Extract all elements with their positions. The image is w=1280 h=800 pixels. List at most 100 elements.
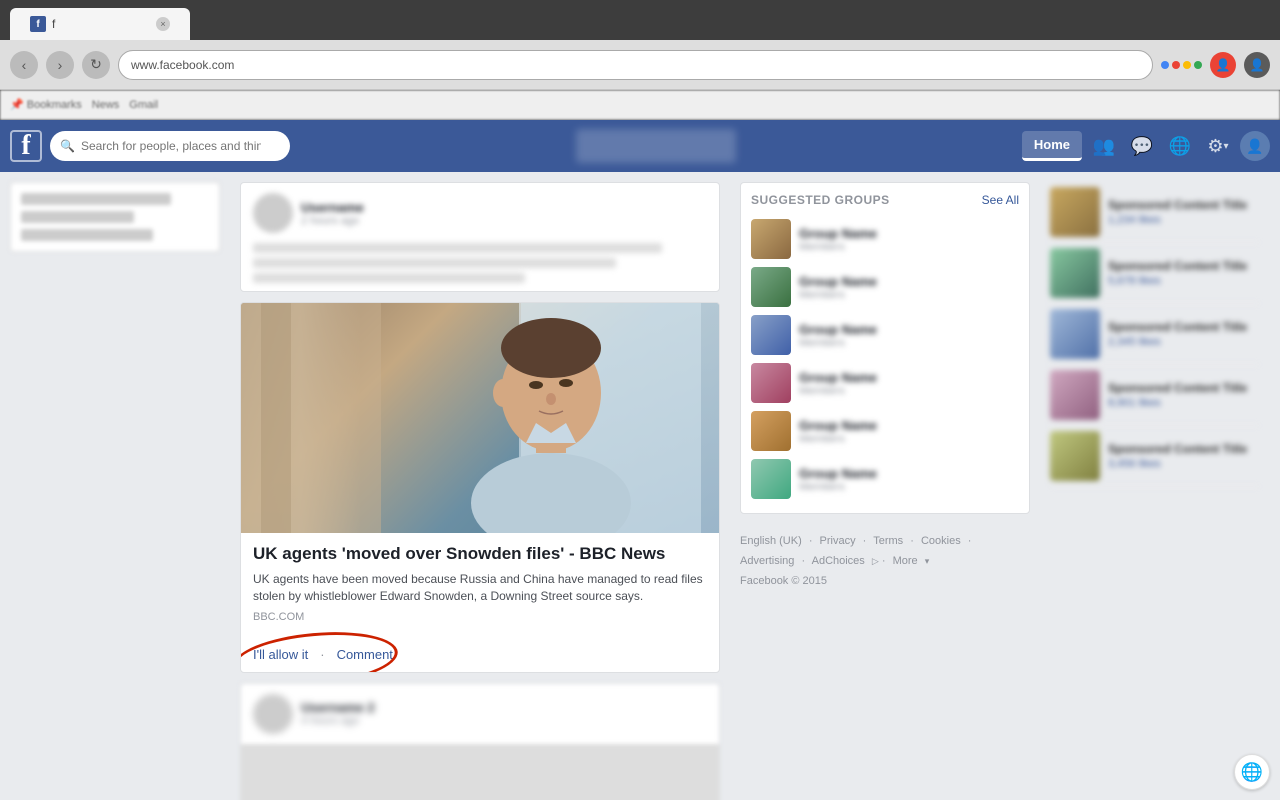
group-name-5: Group Name [799, 418, 1019, 433]
globe-icon: 🌐 [1241, 762, 1263, 783]
group-thumb-3 [751, 315, 791, 355]
home-nav-button[interactable]: Home [1022, 131, 1082, 161]
left-sidebar-panel [10, 182, 220, 252]
group-name-4: Group Name [799, 370, 1019, 385]
far-right-text-5: Sponsored Content Title 3,456 likes [1108, 442, 1260, 470]
far-right-title-4: Sponsored Content Title [1108, 381, 1260, 397]
group-info-5: Group Name Members [799, 418, 1019, 445]
post-time: 2 hours ago [301, 215, 707, 227]
reload-button[interactable]: ↻ [82, 51, 110, 79]
post-avatar [253, 193, 293, 233]
group-members-3: Members [799, 337, 1019, 349]
forward-button[interactable]: › [46, 51, 74, 79]
group-item-3[interactable]: Group Name Members [751, 311, 1019, 359]
nav-right: Home 👥 💬 🌐 ⚙ ▾ 👤 [1022, 130, 1270, 162]
chat-icon: 💬 [1131, 136, 1153, 157]
footer-link-more[interactable]: More [893, 555, 918, 567]
post-meta-2: Username 2 4 hours ago [301, 700, 707, 727]
browser-tab[interactable]: f f × [10, 8, 190, 40]
address-bar[interactable]: www.facebook.com [118, 50, 1153, 80]
sidebar-blur-line-1 [21, 193, 171, 205]
comment-action-link[interactable]: Comment [337, 647, 393, 662]
far-right-item-4: Sponsored Content Title 8,901 likes [1050, 365, 1260, 426]
far-right-count-5: 3,456 likes [1108, 458, 1260, 470]
group-item-6[interactable]: Group Name Members [751, 455, 1019, 503]
group-members-6: Members [799, 481, 1019, 493]
news-content: UK agents 'moved over Snowden files' - B… [241, 533, 719, 641]
group-item-4[interactable]: Group Name Members [751, 359, 1019, 407]
group-info-1: Group Name Members [799, 226, 1019, 253]
globe-button[interactable]: 🌐 [1234, 754, 1270, 790]
far-right-count-1: 1,234 likes [1108, 214, 1260, 226]
far-right-count-3: 2,345 likes [1108, 336, 1260, 348]
suggested-groups-section: SUGGESTED GROUPS See All Group Name Memb… [740, 182, 1030, 514]
settings-nav-icon[interactable]: ⚙ ▾ [1202, 130, 1234, 162]
user-account-icon[interactable]: 👤 [1210, 52, 1236, 78]
tab-close[interactable]: × [156, 17, 170, 31]
footer-links-row-1: English (UK) · Privacy · Terms · Cookies… [740, 532, 1030, 552]
far-right-thumb-1 [1050, 187, 1100, 237]
adchoices-icon: ▷ [872, 556, 879, 566]
post-username: Username [301, 200, 707, 215]
like-action-link[interactable]: I'll allow it [253, 647, 308, 662]
news-article-card: UK agents 'moved over Snowden files' - B… [240, 302, 720, 673]
messages-nav-icon[interactable]: 💬 [1126, 130, 1158, 162]
group-name-3: Group Name [799, 322, 1019, 337]
search-icon: 🔍 [60, 139, 75, 153]
far-right-thumb-3 [1050, 309, 1100, 359]
group-members-2: Members [799, 289, 1019, 301]
see-all-button[interactable]: See All [982, 193, 1019, 207]
group-info-6: Group Name Members [799, 466, 1019, 493]
facebook-header: f 🔍 Home 👥 💬 🌐 ⚙ ▾ 👤 [0, 120, 1280, 172]
footer-link-terms[interactable]: Terms [873, 535, 903, 547]
post-header-2: Username 2 4 hours ago [241, 684, 719, 744]
footer-link-adchoices[interactable]: AdChoices [812, 555, 865, 567]
group-item-1[interactable]: Group Name Members [751, 215, 1019, 263]
settings-chevron: ▾ [1224, 141, 1229, 152]
user-avatar[interactable]: 👤 [1240, 131, 1270, 161]
far-right-text-1: Sponsored Content Title 1,234 likes [1108, 198, 1260, 226]
settings-icon: ⚙ [1207, 136, 1223, 157]
post-body [241, 243, 719, 291]
back-button[interactable]: ‹ [10, 51, 38, 79]
user-avatar-icon[interactable]: 👤 [1244, 52, 1270, 78]
footer-link-language[interactable]: English (UK) [740, 535, 802, 547]
post-text-line-3 [253, 273, 525, 283]
post-text-line-1 [253, 243, 662, 253]
friends-nav-icon[interactable]: 👥 [1088, 130, 1120, 162]
footer-link-privacy[interactable]: Privacy [820, 535, 856, 547]
person-illustration [241, 303, 701, 533]
address-text: www.facebook.com [131, 58, 234, 72]
post-header: Username 2 hours ago [241, 183, 719, 243]
footer-link-advertising[interactable]: Advertising [740, 555, 794, 567]
news-title: UK agents 'moved over Snowden files' - B… [253, 543, 707, 565]
post-avatar-2 [253, 694, 293, 734]
group-item-2[interactable]: Group Name Members [751, 263, 1019, 311]
news-actions: I'll allow it · Comment [241, 641, 719, 672]
far-right-count-4: 8,901 likes [1108, 397, 1260, 409]
bookmark-item-1: 📌 Bookmarks [10, 98, 82, 111]
group-thumb-1 [751, 219, 791, 259]
suggested-groups-title: SUGGESTED GROUPS [751, 193, 890, 207]
browser-toolbar: ‹ › ↻ www.facebook.com 👤 👤 [0, 40, 1280, 90]
globe-nav-icon: 🌐 [1169, 136, 1191, 157]
group-members-5: Members [799, 433, 1019, 445]
group-members-1: Members [799, 241, 1019, 253]
group-info-2: Group Name Members [799, 274, 1019, 301]
tab-title: f [52, 17, 55, 31]
search-input[interactable] [81, 139, 261, 153]
far-right-item-1: Sponsored Content Title 1,234 likes [1050, 182, 1260, 243]
far-right-thumb-4 [1050, 370, 1100, 420]
sidebar-blur-line-3 [21, 229, 153, 241]
group-item-5[interactable]: Group Name Members [751, 407, 1019, 455]
facebook-logo: f [10, 130, 42, 162]
far-right-item-2: Sponsored Content Title 5,678 likes [1050, 243, 1260, 304]
group-members-4: Members [799, 385, 1019, 397]
far-right-thumb-2 [1050, 248, 1100, 298]
avatar-icon: 👤 [1246, 138, 1263, 155]
footer-link-cookies[interactable]: Cookies [921, 535, 961, 547]
news-article-image [241, 303, 719, 533]
post-card-blurred: Username 2 hours ago [240, 182, 720, 292]
search-bar[interactable]: 🔍 [50, 131, 290, 161]
notifications-nav-icon[interactable]: 🌐 [1164, 130, 1196, 162]
